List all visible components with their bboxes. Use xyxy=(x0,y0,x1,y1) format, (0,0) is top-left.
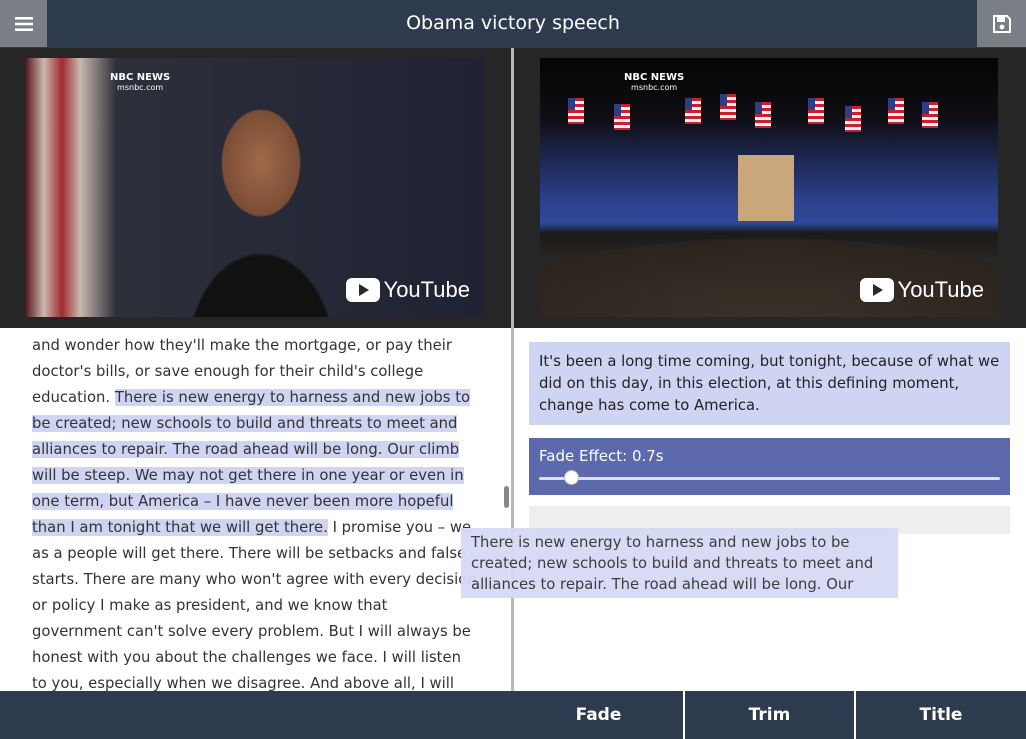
flag-decoration xyxy=(614,104,630,130)
flag-decoration xyxy=(568,98,584,124)
fade-slider-thumb[interactable] xyxy=(563,470,579,485)
youtube-label: YouTube xyxy=(383,277,470,302)
bottom-toolbar: Fade Trim Title xyxy=(0,691,1026,739)
floppy-disk-icon xyxy=(992,14,1011,33)
trim-button[interactable]: Trim xyxy=(683,691,854,739)
flag-decoration xyxy=(755,102,771,128)
title-button[interactable]: Title xyxy=(854,691,1026,739)
fade-effect-label: Fade Effect: 0.7s xyxy=(539,447,664,465)
transcript-selection[interactable]: There is new energy to harness and new j… xyxy=(32,389,471,536)
transcript-text-after: I promise you – we as a people will get … xyxy=(32,519,477,691)
network-site: msnbc.com xyxy=(117,83,164,92)
timeline-panel: It's been a long time coming, but tonigh… xyxy=(514,328,1026,691)
clip-card[interactable]: It's been a long time coming, but tonigh… xyxy=(529,342,1010,425)
transcript-text[interactable]: and wonder how they'll make the mortgage… xyxy=(32,333,477,691)
fade-button[interactable]: Fade xyxy=(514,691,683,739)
youtube-play-icon xyxy=(859,278,894,302)
transcript-scrollbar[interactable] xyxy=(504,486,509,508)
youtube-play-icon xyxy=(345,278,380,302)
fade-effect-card[interactable]: Fade Effect: 0.7s xyxy=(529,438,1010,495)
podium xyxy=(738,155,794,221)
network-name: NBC NEWS xyxy=(624,72,685,83)
transcript-panel[interactable]: and wonder how they'll make the mortgage… xyxy=(0,328,511,691)
youtube-logo[interactable]: YouTube xyxy=(345,277,470,303)
youtube-logo[interactable]: YouTube xyxy=(859,277,984,303)
dragged-clip-preview[interactable]: There is new energy to harness and new j… xyxy=(461,528,898,598)
flag-decoration xyxy=(720,94,736,120)
fade-slider-track[interactable] xyxy=(539,477,1000,480)
top-bar: Obama victory speech xyxy=(0,0,1026,48)
flag-decoration xyxy=(808,98,824,124)
app-title: Obama victory speech xyxy=(406,12,620,34)
flag-decoration xyxy=(922,102,938,128)
hamburger-icon xyxy=(14,16,33,31)
network-site: msnbc.com xyxy=(631,83,678,92)
youtube-label: YouTube xyxy=(897,277,984,302)
network-logo: NBC NEWS msnbc.com xyxy=(110,73,170,93)
flag-decoration xyxy=(888,98,904,124)
network-logo: NBC NEWS msnbc.com xyxy=(624,73,684,93)
source-video-player[interactable]: NBC NEWS msnbc.com YouTube xyxy=(26,58,484,317)
flag-decoration xyxy=(685,98,701,124)
network-name: NBC NEWS xyxy=(110,72,171,83)
menu-button[interactable] xyxy=(0,0,47,47)
flag-decoration xyxy=(845,106,861,132)
save-button[interactable] xyxy=(977,0,1026,47)
preview-video-player[interactable]: NBC NEWS msnbc.com YouTube xyxy=(540,58,998,317)
